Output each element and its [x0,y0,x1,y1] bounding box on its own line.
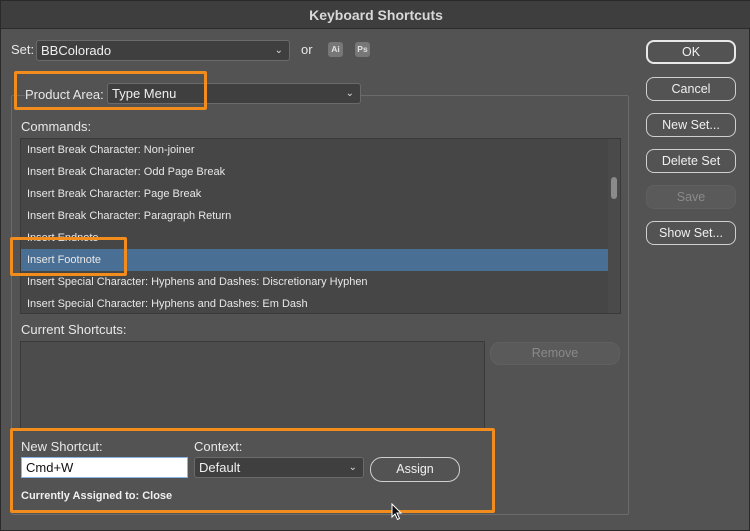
product-area-dropdown[interactable]: Type Menu ⌄ [107,83,361,104]
list-item[interactable]: Insert Special Character: Hyphens and Da… [21,293,620,313]
photoshop-icon[interactable]: Ps [355,42,370,57]
list-item[interactable]: Insert Break Character: Odd Page Break [21,161,620,183]
new-shortcut-label: New Shortcut: [21,439,103,454]
current-shortcuts-label: Current Shortcuts: [21,322,127,337]
keyboard-shortcuts-dialog: Keyboard Shortcuts Set: BBColorado ⌄ or … [0,0,750,531]
commands-scrollbar[interactable] [608,139,620,313]
context-value: Default [199,460,241,475]
mouse-cursor-icon [391,503,403,521]
set-dropdown[interactable]: BBColorado ⌄ [36,40,290,61]
currently-assigned-text: Currently Assigned to: Close [21,490,173,502]
chevron-down-icon: ⌄ [348,462,357,473]
show-set-button[interactable]: Show Set... [646,221,736,245]
new-set-button[interactable]: New Set... [646,113,736,137]
set-label: Set: [11,42,35,57]
chevron-down-icon: ⌄ [274,45,283,56]
scrollbar-thumb[interactable] [611,177,617,199]
product-area-value: Type Menu [112,86,177,101]
commands-label: Commands: [21,119,92,134]
delete-set-button[interactable]: Delete Set [646,149,736,173]
current-shortcuts-list[interactable] [20,341,485,431]
save-button[interactable]: Save [646,185,736,209]
cancel-button[interactable]: Cancel [646,77,736,101]
list-item[interactable]: Insert Break Character: Paragraph Return [21,205,620,227]
assign-button[interactable]: Assign [370,457,460,482]
list-item[interactable]: Insert Special Character: Hyphens and Da… [21,271,620,293]
list-item[interactable]: Insert Break Character: Non-joiner [21,139,620,161]
remove-button[interactable]: Remove [490,342,620,365]
context-label: Context: [194,439,243,454]
or-label: or [301,42,313,57]
set-value: BBColorado [41,43,112,58]
chevron-down-icon: ⌄ [345,88,354,99]
list-item[interactable]: Insert Endnote [21,227,620,249]
commands-list[interactable]: Insert Break Character: Non-joiner Inser… [20,138,621,314]
new-shortcut-field[interactable]: Cmd+W [21,457,188,478]
context-dropdown[interactable]: Default ⌄ [194,457,364,478]
illustrator-icon[interactable]: Ai [328,42,343,57]
product-area-label: Product Area: [25,87,107,102]
list-item[interactable]: Insert Break Character: Page Break [21,183,620,205]
window-title: Keyboard Shortcuts [1,1,750,29]
ok-button[interactable]: OK [646,40,736,64]
list-item-selected[interactable]: Insert Footnote [21,249,620,271]
